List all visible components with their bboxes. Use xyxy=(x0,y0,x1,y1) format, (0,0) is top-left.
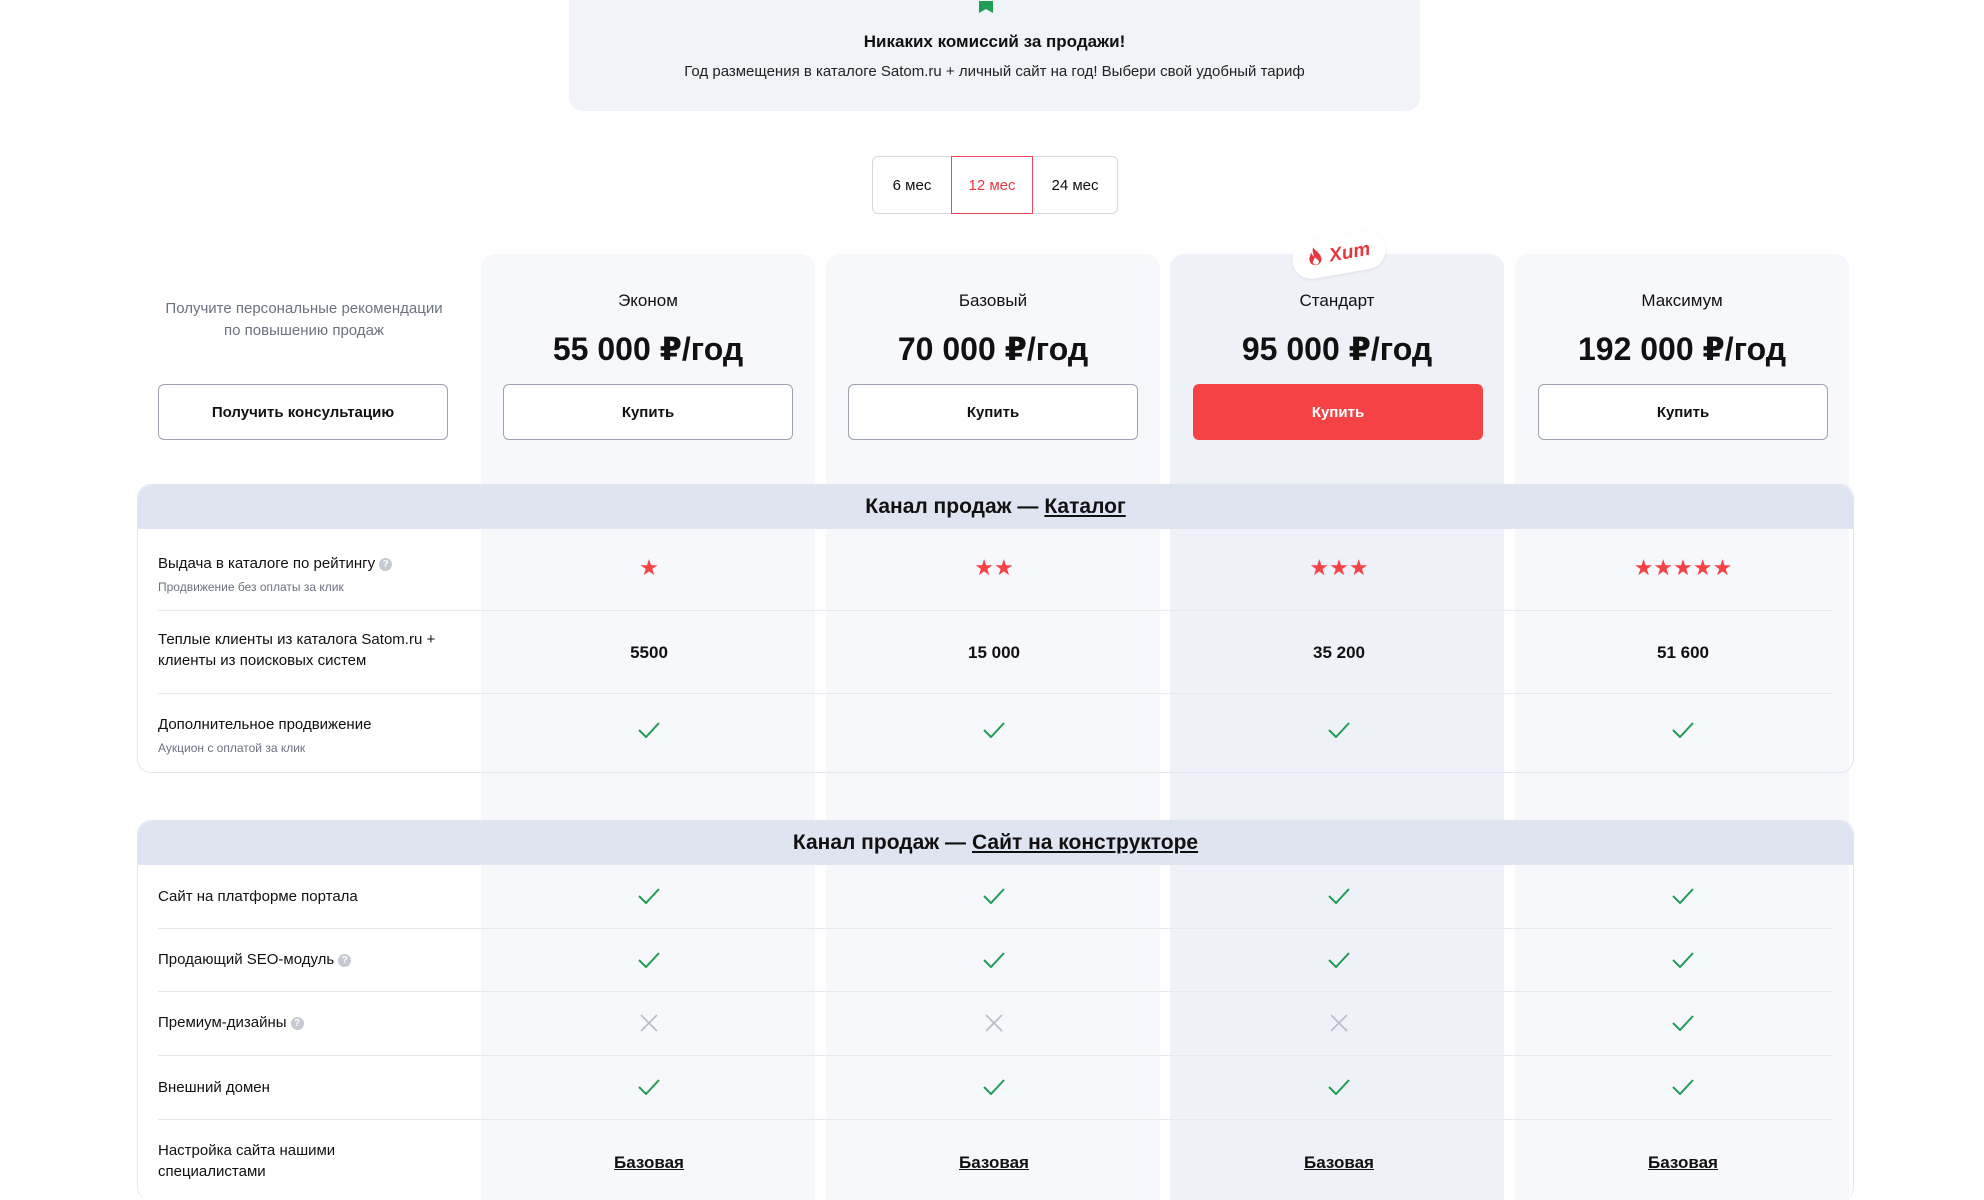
cross-icon xyxy=(827,1014,1161,1037)
question-icon[interactable]: ? xyxy=(338,954,352,967)
buy-button-standard[interactable]: Купить xyxy=(1193,384,1483,440)
setup-level-link[interactable]: Базовая xyxy=(1172,1153,1506,1173)
section-catalog-prefix: Канал продаж — xyxy=(865,495,1039,518)
hit-label: Хит xyxy=(1327,238,1372,267)
table-row: Выдача в каталоге по рейтингу? Продвижен… xyxy=(158,529,1833,611)
row-title: Продающий SEO-модуль xyxy=(158,951,335,968)
value-cell: 35 200 xyxy=(1313,643,1365,662)
check-icon xyxy=(482,888,816,909)
check-icon xyxy=(827,722,1161,743)
row-label: Сайт на платформе портала xyxy=(158,888,358,905)
question-icon[interactable]: ? xyxy=(290,1017,304,1030)
check-icon xyxy=(1516,722,1850,743)
check-icon xyxy=(1172,952,1506,973)
check-icon xyxy=(827,1079,1161,1100)
rating-stars: ★★★ xyxy=(1309,555,1369,580)
check-icon xyxy=(1172,1079,1506,1100)
check-icon xyxy=(827,888,1161,909)
check-icon xyxy=(1516,1079,1850,1100)
setup-level-link[interactable]: Базовая xyxy=(827,1153,1161,1173)
plan-price-base: 70 000 ₽/год xyxy=(897,331,1089,367)
value-cell: 51 600 xyxy=(1657,643,1709,662)
row-title: Выдача в каталоге по рейтингу xyxy=(158,555,376,572)
row-label: Внешний домен xyxy=(158,1079,270,1096)
row-label: Премиум-дизайны? xyxy=(158,1012,478,1033)
period-option-24[interactable]: 24 мес xyxy=(1033,157,1117,213)
fire-icon xyxy=(1306,245,1326,273)
table-row: Теплые клиенты из каталога Satom.ru + кл… xyxy=(158,611,1833,694)
table-row: Внешний домен xyxy=(158,1056,1833,1120)
row-subtitle: Аукцион с оплатой за клик xyxy=(158,741,306,755)
cross-icon xyxy=(1172,1014,1506,1037)
row-label: Теплые клиенты из каталога Satom.ru + кл… xyxy=(158,631,436,669)
section-catalog-link[interactable]: Каталог xyxy=(1044,495,1125,519)
row-label: Дополнительное продвижение Аукцион с опл… xyxy=(158,714,478,759)
plan-name-base: Базовый xyxy=(958,291,1028,310)
value-cell: 5500 xyxy=(630,643,668,662)
section-site-link[interactable]: Сайт на конструкторе xyxy=(972,831,1198,855)
promo-banner: Никаких комиссий за продажи! Год размеще… xyxy=(569,0,1420,111)
plan-price-econom: 55 000 ₽/год xyxy=(552,331,744,367)
table-row: Премиум-дизайны? xyxy=(158,992,1833,1056)
consult-button[interactable]: Получить консультацию xyxy=(158,384,448,440)
table-row: Продающий SEO-модуль? xyxy=(158,929,1833,992)
plan-name-econom: Эконом xyxy=(618,291,678,310)
section-site-prefix: Канал продаж — xyxy=(792,831,966,854)
check-icon xyxy=(482,952,816,973)
promo-subtitle: Год размещения в каталоге Satom.ru + лич… xyxy=(684,63,1305,80)
check-icon xyxy=(1516,1015,1850,1036)
rating-stars: ★ xyxy=(639,555,659,580)
setup-level-link[interactable]: Базовая xyxy=(482,1153,816,1173)
check-icon xyxy=(1516,888,1850,909)
question-icon[interactable]: ? xyxy=(379,558,393,571)
row-subtitle: Продвижение без оплаты за клик xyxy=(158,580,344,594)
section-catalog: Канал продаж — Каталог Выдача в каталоге… xyxy=(137,484,1854,773)
table-row: Сайт на платформе портала xyxy=(158,865,1833,929)
rating-stars: ★★ xyxy=(974,555,1014,580)
check-icon xyxy=(482,722,816,743)
plan-name-maximum: Максимум xyxy=(1641,291,1723,310)
row-title: Премиум-дизайны xyxy=(158,1014,287,1031)
cross-icon xyxy=(482,1014,816,1037)
table-row: Дополнительное продвижение Аукцион с опл… xyxy=(158,694,1833,773)
table-row: Настройка сайта нашими специалистами Баз… xyxy=(158,1120,1833,1200)
check-icon xyxy=(827,952,1161,973)
period-option-6[interactable]: 6 мес xyxy=(873,157,951,213)
section-site: Канал продаж — Сайт на конструкторе Сайт… xyxy=(137,820,1854,1200)
period-option-12[interactable]: 12 мес xyxy=(951,156,1033,214)
consult-text: Получите персональные рекомендации по по… xyxy=(165,300,443,339)
check-icon xyxy=(482,1079,816,1100)
bookmark-icon xyxy=(979,0,993,18)
buy-button-base[interactable]: Купить xyxy=(848,384,1138,440)
buy-button-maximum[interactable]: Купить xyxy=(1538,384,1828,440)
section-site-header: Канал продаж — Сайт на конструкторе xyxy=(138,821,1853,865)
row-label: Выдача в каталоге по рейтингу? Продвижен… xyxy=(158,553,478,598)
row-label: Продающий SEO-модуль? xyxy=(158,949,478,970)
value-cell: 15 000 xyxy=(968,643,1020,662)
check-icon xyxy=(1172,722,1506,743)
section-catalog-header: Канал продаж — Каталог xyxy=(138,485,1853,529)
check-icon xyxy=(1516,952,1850,973)
plan-price-maximum: 192 000 ₽/год xyxy=(1577,331,1787,367)
rating-stars: ★★★★★ xyxy=(1633,555,1733,580)
promo-title: Никаких комиссий за продажи! xyxy=(863,32,1126,51)
buy-button-econom[interactable]: Купить xyxy=(503,384,793,440)
row-label: Настройка сайта нашими специалистами xyxy=(158,1142,336,1180)
setup-level-link[interactable]: Базовая xyxy=(1516,1153,1850,1173)
plan-price-standard: 95 000 ₽/год xyxy=(1241,331,1433,367)
plan-name-standard: Стандарт xyxy=(1299,291,1375,310)
period-switch: 6 мес 12 мес 24 мес xyxy=(872,156,1118,214)
check-icon xyxy=(1172,888,1506,909)
row-title: Дополнительное продвижение xyxy=(158,716,372,733)
